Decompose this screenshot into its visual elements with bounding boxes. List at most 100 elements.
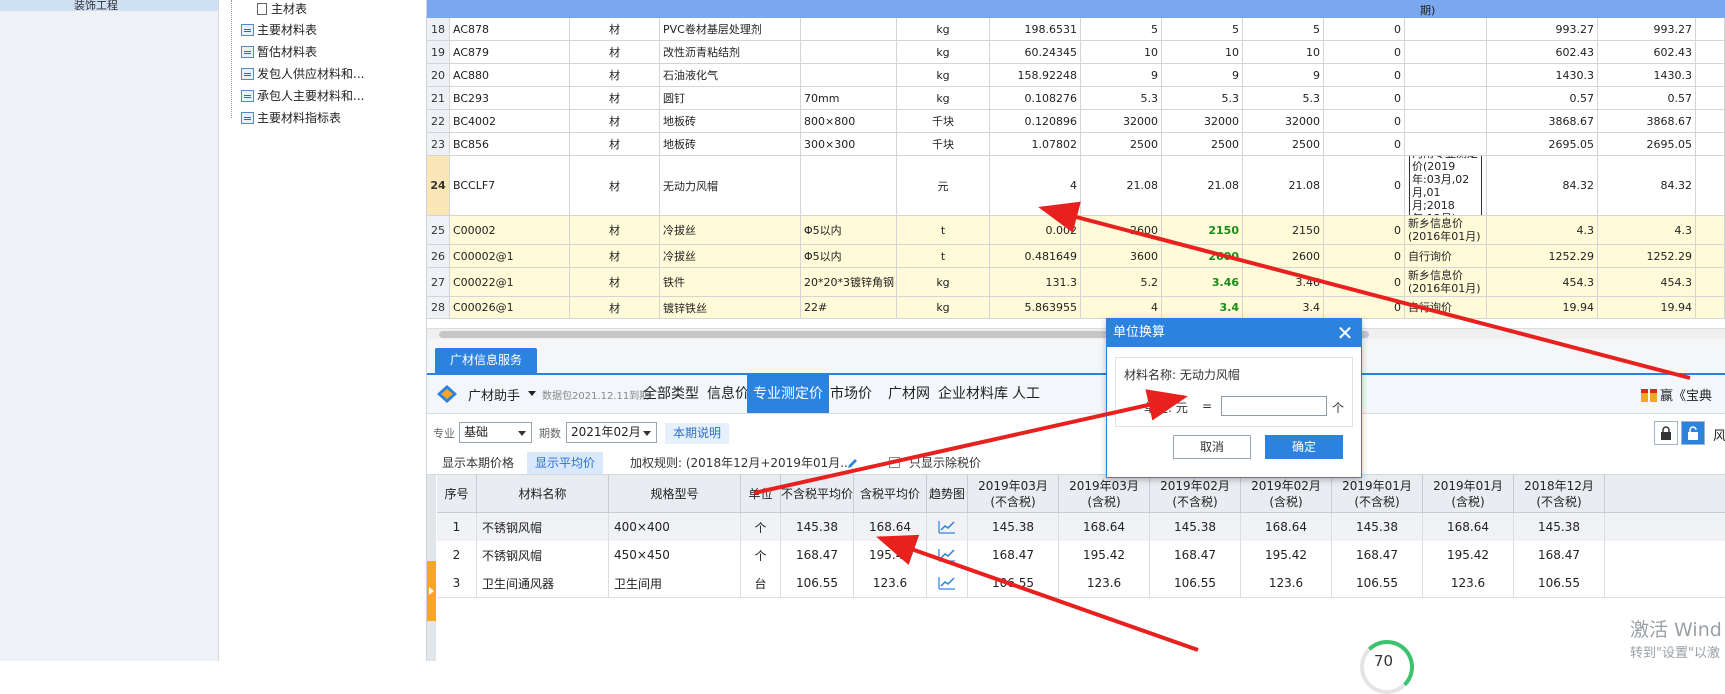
grid-cell-p1[interactable]: 5 bbox=[1081, 18, 1162, 40]
selected-project-node[interactable]: 装饰工程 bbox=[0, 0, 218, 11]
grid-cell-extra[interactable] bbox=[1696, 64, 1725, 86]
grid-cell-p2[interactable]: 10 bbox=[1162, 41, 1243, 63]
grid-row[interactable]: 21 BC293 材圆钉 70mm kg 0.108276 5.3 5.3 5.3 0 0.57 0.… bbox=[427, 87, 1725, 110]
column-header[interactable]: 序号 bbox=[437, 475, 477, 512]
grid-cell-unit[interactable]: t bbox=[897, 216, 990, 244]
period-select[interactable]: 2021年02月 bbox=[566, 422, 657, 443]
grid-cell-unit[interactable]: 元 bbox=[897, 156, 990, 215]
confirm-button[interactable]: 确定 bbox=[1265, 435, 1343, 459]
grid-cell-spec[interactable] bbox=[801, 64, 897, 86]
grid-cell-diff[interactable]: 0 bbox=[1324, 41, 1405, 63]
grid-cell-unit[interactable]: kg bbox=[897, 87, 990, 109]
grid-cell-spec[interactable]: Φ5以内 bbox=[801, 216, 897, 244]
unlock-icon[interactable] bbox=[1681, 421, 1705, 445]
grid-cell-type[interactable]: 材 bbox=[570, 87, 660, 109]
grid-cell-p1[interactable]: 5.2 bbox=[1081, 268, 1162, 296]
grid-cell-unit[interactable]: kg bbox=[897, 18, 990, 40]
column-header[interactable]: 2019年03月 (不含税) bbox=[968, 475, 1059, 512]
grid-cell-extra[interactable] bbox=[1696, 110, 1725, 132]
grid-cell-code[interactable]: C00026@1 bbox=[450, 297, 570, 318]
price-row[interactable]: 1 不锈钢风帽 400×400 个 145.38 168.64 145.38 168.64 14… bbox=[437, 513, 1725, 542]
grid-cell-note[interactable] bbox=[1405, 133, 1487, 155]
column-header[interactable]: 2018年12月 (不含税) bbox=[1514, 475, 1605, 512]
column-header[interactable]: 2019年03月 (含税) bbox=[1059, 475, 1150, 512]
conversion-factor-input[interactable] bbox=[1221, 396, 1327, 416]
price-cell-avg_ex[interactable]: 145.38 bbox=[781, 513, 854, 541]
column-header[interactable]: 材料名称 bbox=[477, 475, 609, 512]
expand-panel-handle[interactable] bbox=[427, 561, 436, 621]
grid-cell-unit[interactable]: kg bbox=[897, 64, 990, 86]
grid-cell-diff[interactable]: 0 bbox=[1324, 245, 1405, 267]
tab-all-types[interactable]: 全部类型 bbox=[637, 375, 705, 413]
grid-cell-name[interactable]: 地板砖 bbox=[660, 110, 801, 132]
grid-cell-p1[interactable]: 10 bbox=[1081, 41, 1162, 63]
grid-cell-p2[interactable]: 32000 bbox=[1162, 110, 1243, 132]
grid-cell-diff[interactable]: 0 bbox=[1324, 87, 1405, 109]
price-cell-m3[interactable]: 145.38 bbox=[1150, 513, 1241, 541]
tab-info-service[interactable]: 广材信息服务 bbox=[435, 348, 538, 373]
tab-guangcai-net[interactable]: 广材网 bbox=[882, 375, 936, 413]
grid-cell-p2[interactable]: 2500 bbox=[1162, 133, 1243, 155]
grid-cell-note[interactable]: 河南专业测定价(2019年:03月,02月,01月;2018年:12月) bbox=[1405, 156, 1487, 215]
price-cell-no[interactable]: 2 bbox=[437, 541, 477, 569]
grid-cell-qty[interactable]: 4 bbox=[990, 156, 1081, 215]
grid-cell-unit[interactable]: kg bbox=[897, 297, 990, 318]
grid-cell-code[interactable]: AC879 bbox=[450, 41, 570, 63]
grid-cell-name[interactable]: 圆钉 bbox=[660, 87, 801, 109]
price-cell-avg_in[interactable]: 168.64 bbox=[854, 513, 927, 541]
grid-cell-qty[interactable]: 158.92248 bbox=[990, 64, 1081, 86]
grid-cell-type[interactable]: 材 bbox=[570, 216, 660, 244]
grid-cell-code[interactable]: BC293 bbox=[450, 87, 570, 109]
price-cell-m2[interactable]: 168.64 bbox=[1059, 513, 1150, 541]
lock-icon[interactable] bbox=[1654, 421, 1678, 445]
grid-cell-p3[interactable]: 21.08 bbox=[1243, 156, 1324, 215]
grid-cell-t2[interactable]: 4.3 bbox=[1598, 216, 1696, 244]
price-cell-avg_in[interactable]: 195.42 bbox=[854, 541, 927, 569]
price-cell-m2[interactable]: 195.42 bbox=[1059, 541, 1150, 569]
grid-cell-note[interactable] bbox=[1405, 64, 1487, 86]
grid-cell-p2[interactable]: 2150 bbox=[1162, 216, 1243, 244]
grid-cell-name[interactable]: 铁件 bbox=[660, 268, 801, 296]
grid-cell-p1[interactable]: 4 bbox=[1081, 297, 1162, 318]
grid-cell-note[interactable]: 自行询价 bbox=[1405, 297, 1487, 318]
grid-cell-t2[interactable]: 1252.29 bbox=[1598, 245, 1696, 267]
grid-cell-name[interactable]: PVC卷材基层处理剂 bbox=[660, 18, 801, 40]
grid-cell-p2[interactable]: 5.3 bbox=[1162, 87, 1243, 109]
assistant-label[interactable]: 广材助手 bbox=[468, 385, 520, 404]
price-cell-spec[interactable]: 卫生间用 bbox=[609, 569, 741, 597]
grid-cell-t2[interactable]: 1430.3 bbox=[1598, 64, 1696, 86]
grid-cell-code[interactable]: C00022@1 bbox=[450, 268, 570, 296]
tree-item-material-index[interactable]: 主要材料指标表 bbox=[241, 109, 341, 126]
grid-cell-t2[interactable]: 84.32 bbox=[1598, 156, 1696, 215]
grid-cell-qty[interactable]: 1.07802 bbox=[990, 133, 1081, 155]
grid-cell-p2[interactable]: 5 bbox=[1162, 18, 1243, 40]
subtab-average-price[interactable]: 显示平均价 bbox=[527, 452, 604, 474]
price-cell-unit[interactable]: 台 bbox=[741, 569, 781, 597]
price-cell-m3[interactable]: 106.55 bbox=[1150, 569, 1241, 597]
grid-row[interactable]: 24BCCLF7材无动力风帽元421.0821.0821.080河南专业测定价(… bbox=[427, 156, 1725, 216]
grid-cell-qty[interactable]: 0.002 bbox=[990, 216, 1081, 244]
grid-cell-t1[interactable]: 0.57 bbox=[1487, 87, 1598, 109]
grid-cell-extra[interactable] bbox=[1696, 41, 1725, 63]
price-cell-unit[interactable]: 个 bbox=[741, 513, 781, 541]
grid-cell-t1[interactable]: 2695.05 bbox=[1487, 133, 1598, 155]
grid-cell-code[interactable]: BCCLF7 bbox=[450, 156, 570, 215]
major-select[interactable]: 基础 bbox=[459, 422, 532, 443]
trend-chart-icon[interactable] bbox=[927, 541, 968, 569]
grid-cell-spec[interactable] bbox=[801, 41, 897, 63]
gift-icon[interactable] bbox=[1640, 385, 1658, 403]
grid-cell-t1[interactable]: 1252.29 bbox=[1487, 245, 1598, 267]
grid-cell-name[interactable]: 改性沥青粘结剂 bbox=[660, 41, 801, 63]
price-cell-no[interactable]: 1 bbox=[437, 513, 477, 541]
price-cell-m5[interactable]: 145.38 bbox=[1332, 513, 1423, 541]
tree-item-provisional-materials[interactable]: 暂估材料表 bbox=[241, 43, 317, 60]
price-cell-avg_in[interactable]: 123.6 bbox=[854, 569, 927, 597]
grid-cell-note[interactable]: 自行询价 bbox=[1405, 245, 1487, 267]
price-cell-m6[interactable]: 195.42 bbox=[1423, 541, 1514, 569]
grid-cell-type[interactable]: 材 bbox=[570, 110, 660, 132]
column-header[interactable]: 2019年02月 (含税) bbox=[1241, 475, 1332, 512]
price-row[interactable]: 2 不锈钢风帽 450×450 个 168.47 195.42 168.47 195.42 16… bbox=[437, 541, 1725, 570]
grid-cell-unit[interactable]: kg bbox=[897, 268, 990, 296]
grid-cell-spec[interactable]: 800×800 bbox=[801, 110, 897, 132]
price-cell-m4[interactable]: 195.42 bbox=[1241, 541, 1332, 569]
